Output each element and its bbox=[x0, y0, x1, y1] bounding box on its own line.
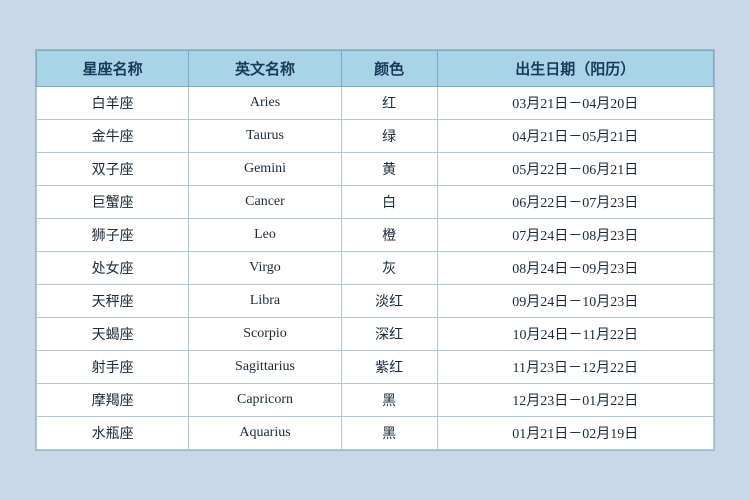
cell-r6-c1: Libra bbox=[189, 285, 341, 318]
zodiac-table: 星座名称 英文名称 颜色 出生日期（阳历） 白羊座Aries红03月21日－04… bbox=[36, 50, 714, 450]
cell-r5-c2: 灰 bbox=[341, 252, 437, 285]
table-row: 天秤座Libra淡红09月24日－10月23日 bbox=[37, 285, 714, 318]
col-header-english-name: 英文名称 bbox=[189, 51, 341, 87]
table-body: 白羊座Aries红03月21日－04月20日金牛座Taurus绿04月21日－0… bbox=[37, 87, 714, 450]
cell-r4-c0: 狮子座 bbox=[37, 219, 189, 252]
cell-r2-c2: 黄 bbox=[341, 153, 437, 186]
cell-r6-c3: 09月24日－10月23日 bbox=[437, 285, 713, 318]
zodiac-table-wrapper: 星座名称 英文名称 颜色 出生日期（阳历） 白羊座Aries红03月21日－04… bbox=[35, 49, 715, 451]
cell-r5-c3: 08月24日－09月23日 bbox=[437, 252, 713, 285]
table-row: 巨蟹座Cancer白06月22日－07月23日 bbox=[37, 186, 714, 219]
cell-r1-c2: 绿 bbox=[341, 120, 437, 153]
col-header-chinese-name: 星座名称 bbox=[37, 51, 189, 87]
cell-r0-c3: 03月21日－04月20日 bbox=[437, 87, 713, 120]
cell-r2-c0: 双子座 bbox=[37, 153, 189, 186]
table-row: 白羊座Aries红03月21日－04月20日 bbox=[37, 87, 714, 120]
cell-r1-c3: 04月21日－05月21日 bbox=[437, 120, 713, 153]
cell-r2-c1: Gemini bbox=[189, 153, 341, 186]
cell-r9-c2: 黑 bbox=[341, 384, 437, 417]
cell-r4-c2: 橙 bbox=[341, 219, 437, 252]
cell-r7-c1: Scorpio bbox=[189, 318, 341, 351]
cell-r3-c3: 06月22日－07月23日 bbox=[437, 186, 713, 219]
cell-r8-c2: 紫红 bbox=[341, 351, 437, 384]
cell-r8-c1: Sagittarius bbox=[189, 351, 341, 384]
table-row: 摩羯座Capricorn黑12月23日－01月22日 bbox=[37, 384, 714, 417]
cell-r6-c0: 天秤座 bbox=[37, 285, 189, 318]
cell-r8-c3: 11月23日－12月22日 bbox=[437, 351, 713, 384]
cell-r2-c3: 05月22日－06月21日 bbox=[437, 153, 713, 186]
cell-r0-c2: 红 bbox=[341, 87, 437, 120]
cell-r9-c3: 12月23日－01月22日 bbox=[437, 384, 713, 417]
cell-r3-c0: 巨蟹座 bbox=[37, 186, 189, 219]
col-header-color: 颜色 bbox=[341, 51, 437, 87]
cell-r0-c1: Aries bbox=[189, 87, 341, 120]
table-header-row: 星座名称 英文名称 颜色 出生日期（阳历） bbox=[37, 51, 714, 87]
table-row: 水瓶座Aquarius黑01月21日－02月19日 bbox=[37, 417, 714, 450]
cell-r7-c2: 深红 bbox=[341, 318, 437, 351]
cell-r0-c0: 白羊座 bbox=[37, 87, 189, 120]
cell-r1-c0: 金牛座 bbox=[37, 120, 189, 153]
cell-r8-c0: 射手座 bbox=[37, 351, 189, 384]
cell-r9-c1: Capricorn bbox=[189, 384, 341, 417]
cell-r4-c1: Leo bbox=[189, 219, 341, 252]
cell-r3-c1: Cancer bbox=[189, 186, 341, 219]
table-row: 射手座Sagittarius紫红11月23日－12月22日 bbox=[37, 351, 714, 384]
table-row: 天蝎座Scorpio深红10月24日－11月22日 bbox=[37, 318, 714, 351]
cell-r7-c3: 10月24日－11月22日 bbox=[437, 318, 713, 351]
cell-r9-c0: 摩羯座 bbox=[37, 384, 189, 417]
table-row: 狮子座Leo橙07月24日－08月23日 bbox=[37, 219, 714, 252]
cell-r10-c0: 水瓶座 bbox=[37, 417, 189, 450]
col-header-date: 出生日期（阳历） bbox=[437, 51, 713, 87]
cell-r7-c0: 天蝎座 bbox=[37, 318, 189, 351]
table-row: 处女座Virgo灰08月24日－09月23日 bbox=[37, 252, 714, 285]
cell-r4-c3: 07月24日－08月23日 bbox=[437, 219, 713, 252]
table-row: 金牛座Taurus绿04月21日－05月21日 bbox=[37, 120, 714, 153]
cell-r3-c2: 白 bbox=[341, 186, 437, 219]
cell-r1-c1: Taurus bbox=[189, 120, 341, 153]
cell-r6-c2: 淡红 bbox=[341, 285, 437, 318]
cell-r10-c3: 01月21日－02月19日 bbox=[437, 417, 713, 450]
cell-r10-c1: Aquarius bbox=[189, 417, 341, 450]
cell-r5-c0: 处女座 bbox=[37, 252, 189, 285]
cell-r10-c2: 黑 bbox=[341, 417, 437, 450]
table-row: 双子座Gemini黄05月22日－06月21日 bbox=[37, 153, 714, 186]
cell-r5-c1: Virgo bbox=[189, 252, 341, 285]
